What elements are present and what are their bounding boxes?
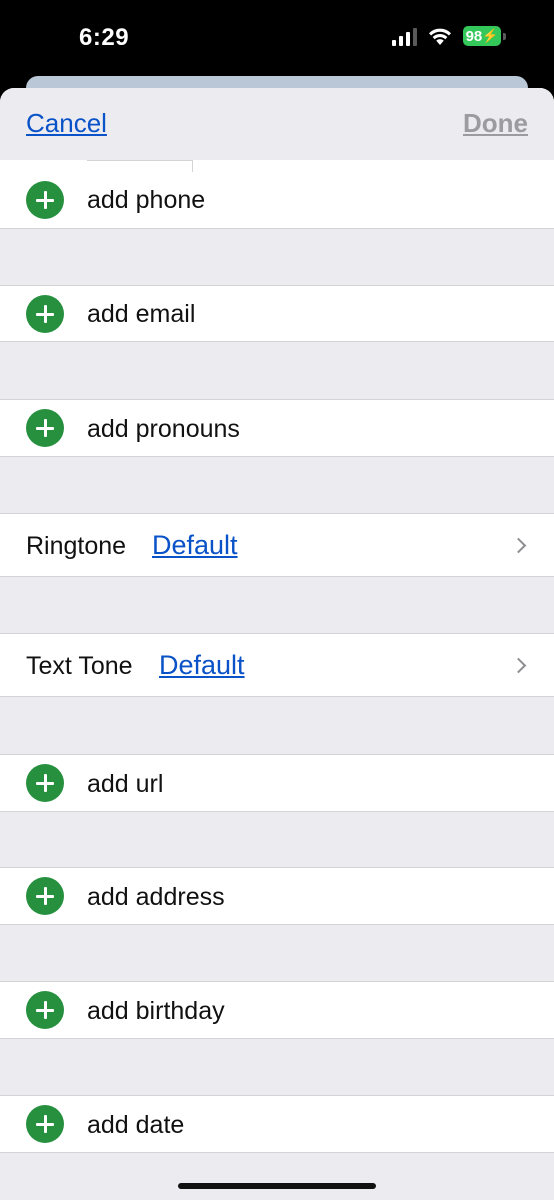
add-birthday-icon[interactable] [26, 991, 64, 1029]
add-birthday-label: add birthday [87, 997, 225, 1025]
add-email-row[interactable]: add email [0, 285, 554, 342]
text-tone-value[interactable]: Default [159, 650, 245, 681]
ringtone-row[interactable]: Ringtone Default [0, 513, 554, 577]
home-indicator[interactable] [178, 1183, 376, 1189]
done-button[interactable]: Done [463, 108, 528, 139]
text-tone-label: Text Tone [26, 652, 133, 680]
cancel-button[interactable]: Cancel [26, 108, 107, 139]
add-phone-icon[interactable] [26, 181, 64, 219]
ringtone-value[interactable]: Default [152, 530, 238, 561]
add-url-row[interactable]: add url [0, 754, 554, 812]
add-email-icon[interactable] [26, 295, 64, 333]
add-url-icon[interactable] [26, 764, 64, 802]
add-address-label: add address [87, 883, 225, 911]
add-date-icon[interactable] [26, 1105, 64, 1143]
add-address-row[interactable]: add address [0, 867, 554, 925]
add-pronouns-icon[interactable] [26, 409, 64, 447]
chevron-right-icon [510, 657, 527, 674]
previous-field-strip [0, 160, 554, 172]
add-phone-label: add phone [87, 186, 206, 214]
ringtone-label: Ringtone [26, 532, 127, 560]
status-bar: 6:29 98 ⚡ [0, 0, 554, 80]
add-date-row[interactable]: add date [0, 1095, 554, 1153]
add-address-icon[interactable] [26, 877, 64, 915]
chevron-right-icon [510, 537, 527, 554]
add-pronouns-label: add pronouns [87, 415, 240, 443]
status-time: 6:29 [79, 24, 130, 51]
status-icons: 98 ⚡ [392, 26, 506, 46]
add-email-label: add email [87, 300, 196, 328]
add-pronouns-row[interactable]: add pronouns [0, 399, 554, 457]
add-date-label: add date [87, 1111, 185, 1139]
signal-icon [392, 26, 417, 46]
add-url-label: add url [87, 770, 164, 798]
add-birthday-row[interactable]: add birthday [0, 981, 554, 1039]
wifi-icon [429, 28, 451, 45]
text-tone-row[interactable]: Text Tone Default [0, 633, 554, 697]
battery-level: 98 [465, 27, 483, 45]
battery-charging-icon: 98 ⚡ [463, 26, 506, 46]
nav-bar: Cancel Done [0, 88, 554, 160]
add-phone-row[interactable]: add phone [0, 172, 554, 229]
edit-contact-sheet: Cancel Done add phone add email add pron… [0, 88, 554, 1200]
